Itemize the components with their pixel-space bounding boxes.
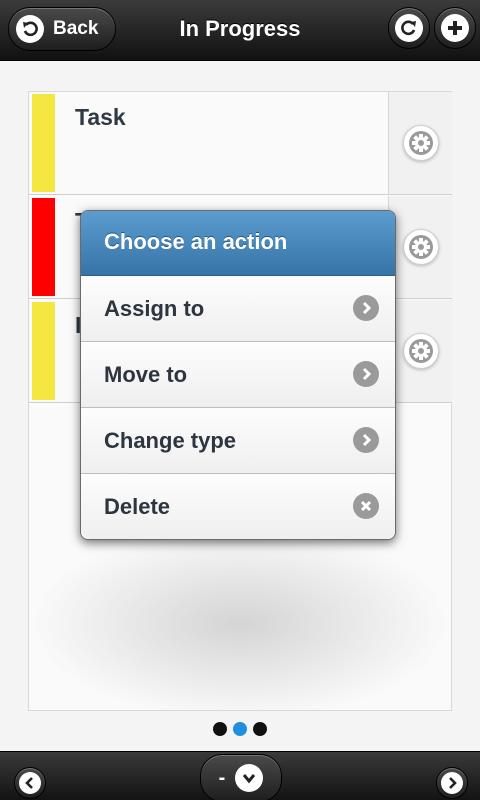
next-button[interactable] bbox=[436, 767, 468, 799]
task-settings-button[interactable] bbox=[388, 300, 452, 402]
chevron-right-icon bbox=[353, 295, 379, 321]
gear-icon bbox=[402, 333, 439, 369]
chevron-right-icon bbox=[441, 772, 463, 794]
chevron-right-icon bbox=[353, 361, 379, 387]
task-color-bar bbox=[32, 302, 55, 400]
menu-item-label: Move to bbox=[104, 362, 188, 387]
task-title: Task bbox=[75, 104, 126, 130]
plus-icon bbox=[441, 14, 469, 42]
task-row[interactable]: Task bbox=[29, 92, 452, 195]
action-menu: Choose an action Assign to Move to Chang… bbox=[80, 210, 396, 540]
header-bar: Back In Progress bbox=[0, 0, 480, 61]
chevron-left-icon bbox=[19, 772, 41, 794]
footer-bar: - bbox=[0, 751, 480, 800]
refresh-button[interactable] bbox=[388, 7, 430, 49]
filter-dropdown-label: - bbox=[218, 766, 226, 789]
page-dot[interactable] bbox=[213, 722, 227, 736]
task-color-bar bbox=[32, 198, 55, 296]
menu-item-move-to[interactable]: Move to bbox=[81, 342, 395, 408]
menu-item-assign-to[interactable]: Assign to bbox=[81, 276, 395, 342]
task-color-bar bbox=[32, 94, 55, 192]
page-dot[interactable] bbox=[253, 722, 267, 736]
task-settings-button[interactable] bbox=[388, 92, 452, 194]
menu-item-change-type[interactable]: Change type bbox=[81, 408, 395, 474]
menu-item-label: Change type bbox=[104, 428, 237, 453]
menu-item-label: Assign to bbox=[104, 296, 205, 321]
refresh-icon bbox=[395, 14, 423, 42]
close-icon bbox=[353, 493, 379, 519]
add-button[interactable] bbox=[434, 7, 476, 49]
chevron-right-icon bbox=[353, 427, 379, 453]
chevron-down-icon bbox=[235, 764, 264, 792]
back-button[interactable]: Back bbox=[8, 7, 116, 51]
menu-item-label: Delete bbox=[104, 494, 171, 519]
page-dot-active[interactable] bbox=[233, 722, 247, 736]
menu-item-delete[interactable]: Delete bbox=[81, 474, 395, 539]
gear-icon bbox=[402, 229, 439, 265]
page-indicator bbox=[0, 719, 480, 739]
previous-button[interactable] bbox=[14, 767, 46, 799]
back-button-label: Back bbox=[53, 18, 99, 39]
back-arrow-icon bbox=[16, 15, 44, 43]
gear-icon bbox=[402, 125, 439, 161]
filter-dropdown-button[interactable]: - bbox=[200, 754, 282, 800]
task-settings-button[interactable] bbox=[388, 196, 452, 298]
action-menu-title: Choose an action bbox=[81, 211, 395, 276]
